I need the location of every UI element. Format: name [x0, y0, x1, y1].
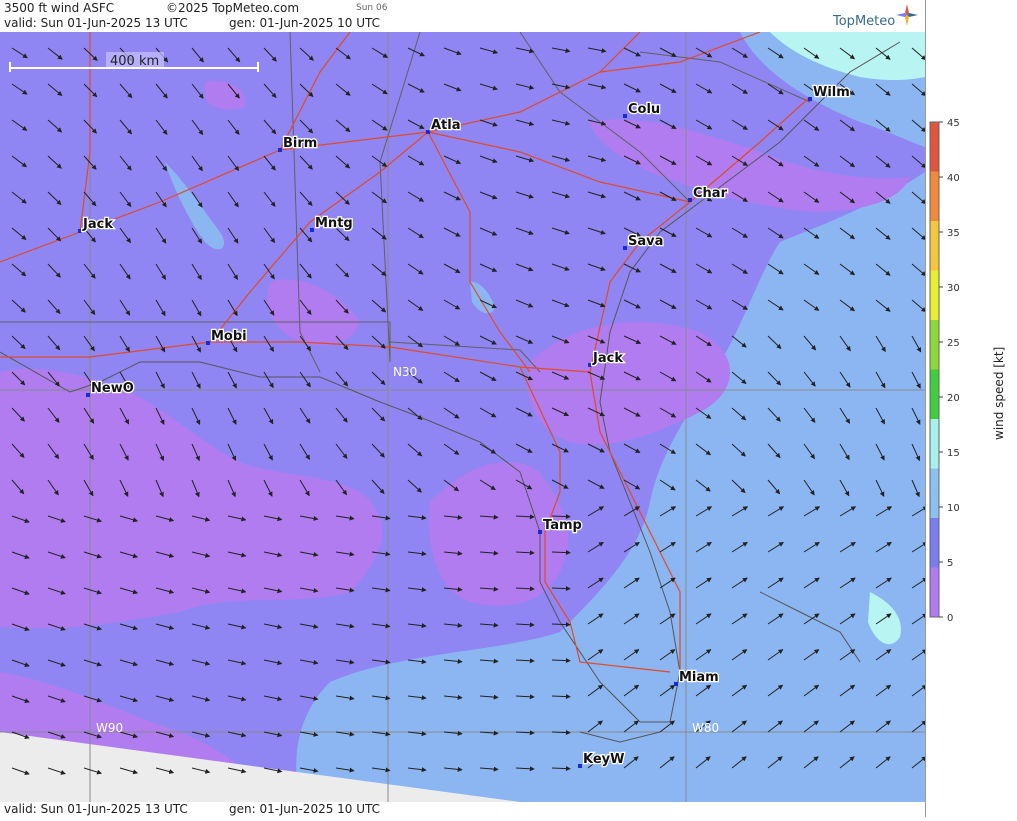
city-label: Birm	[283, 136, 317, 151]
city-label: Mobi	[211, 329, 247, 344]
city-dot	[588, 363, 592, 367]
city-dot	[310, 228, 314, 232]
city-dot	[623, 114, 627, 118]
colorbar-tick-label: 25	[947, 338, 960, 349]
map-title: 3500 ft wind ASFC	[4, 1, 115, 15]
copyright: ©2025 TopMeteo.com	[166, 1, 300, 15]
wind-arrow	[551, 550, 571, 556]
grid-label-w80: W80	[692, 721, 719, 735]
day-label: Sun 06	[356, 3, 388, 13]
city-label: Wilm	[813, 85, 850, 100]
colorbar-tick-label: 5	[947, 558, 953, 569]
city-dot	[808, 97, 812, 101]
city-label: KeyW	[583, 752, 624, 767]
colorbar-tick-label: 30	[947, 283, 960, 294]
wind-arrow	[551, 514, 571, 520]
colorbar-segment	[930, 122, 939, 172]
colorbar-segment	[930, 320, 939, 370]
colorbar-tick-label: 35	[947, 228, 960, 239]
wind-arrow	[551, 730, 571, 736]
colorbar-segment	[930, 171, 939, 222]
map-footer: valid: Sun 01-Jun-2025 13 UTC gen: 01-Ju…	[0, 802, 1017, 817]
city-dot	[674, 682, 678, 686]
wind-speed-colorbar: 45 40 35 30 25 20 15 10 5 0 wind speed [kt]	[929, 118, 1006, 624]
city-label: Miam	[679, 670, 719, 685]
city-dot	[623, 246, 627, 250]
grid-label-w90: W90	[96, 721, 123, 735]
city-dot	[538, 530, 542, 534]
colorbar-segment	[930, 369, 939, 420]
wind-arrow	[551, 694, 571, 700]
colorbar-tick-label: 20	[947, 393, 960, 404]
footer-valid-time: valid: Sun 01-Jun-2025 13 UTC	[4, 802, 188, 816]
city-dot	[688, 198, 692, 202]
grid-label-n30: N30	[393, 365, 417, 379]
city-label: Colu	[628, 102, 660, 117]
colorbar-tick-label: 40	[947, 173, 960, 184]
colorbar-tick-label: 10	[947, 503, 960, 514]
city-label: Sava	[628, 234, 663, 249]
colorbar-segment	[930, 419, 939, 469]
city-label: Atla	[431, 118, 461, 133]
wind-arrow	[551, 766, 571, 772]
wind-arrow	[551, 622, 571, 628]
colorbar-tick-label: 0	[947, 613, 953, 624]
city-dot	[206, 341, 210, 345]
city-label: Tamp	[543, 518, 582, 533]
city-dot	[578, 764, 582, 768]
city-label: NewO	[91, 381, 134, 396]
valid-time: valid: Sun 01-Jun-2025 13 UTC	[4, 16, 188, 30]
topmeteo-logo[interactable]: TopMeteo	[833, 14, 895, 29]
wind-arrow	[551, 586, 571, 592]
wind-map[interactable]: W90 W80 N30 400 km Atla Birm Colu Wilm Char M…	[0, 32, 925, 802]
footer-generated-time: gen: 01-Jun-2025 10 UTC	[229, 802, 381, 816]
wind-arrow	[551, 658, 571, 664]
city-label: Mntg	[315, 216, 353, 231]
colorbar-segment	[930, 221, 939, 271]
legend-panel: 45 40 35 30 25 20 15 10 5 0 wind speed [kt]	[925, 0, 1017, 817]
colorbar-segment	[930, 468, 939, 519]
map-header: 3500 ft wind ASFC ©2025 TopMeteo.com Sun…	[0, 0, 925, 32]
city-label: Char	[693, 186, 728, 201]
city-label: Jack	[592, 351, 623, 366]
colorbar-segment	[930, 567, 939, 618]
colorbar-label: wind speed [kt]	[992, 347, 1006, 440]
colorbar-tick-label: 15	[947, 448, 960, 459]
city-dot	[86, 393, 90, 397]
colorbar-segment	[930, 270, 939, 321]
city-dot	[426, 130, 430, 134]
colorbar-tick-label: 45	[947, 118, 960, 129]
colorbar-segment	[930, 518, 939, 568]
compass-star-icon	[896, 4, 918, 26]
generated-time: gen: 01-Jun-2025 10 UTC	[229, 16, 381, 30]
city-dot	[278, 148, 282, 152]
city-dot	[78, 229, 82, 233]
city-label: Jack	[82, 217, 113, 232]
scale-bar-label: 400 km	[110, 54, 159, 69]
